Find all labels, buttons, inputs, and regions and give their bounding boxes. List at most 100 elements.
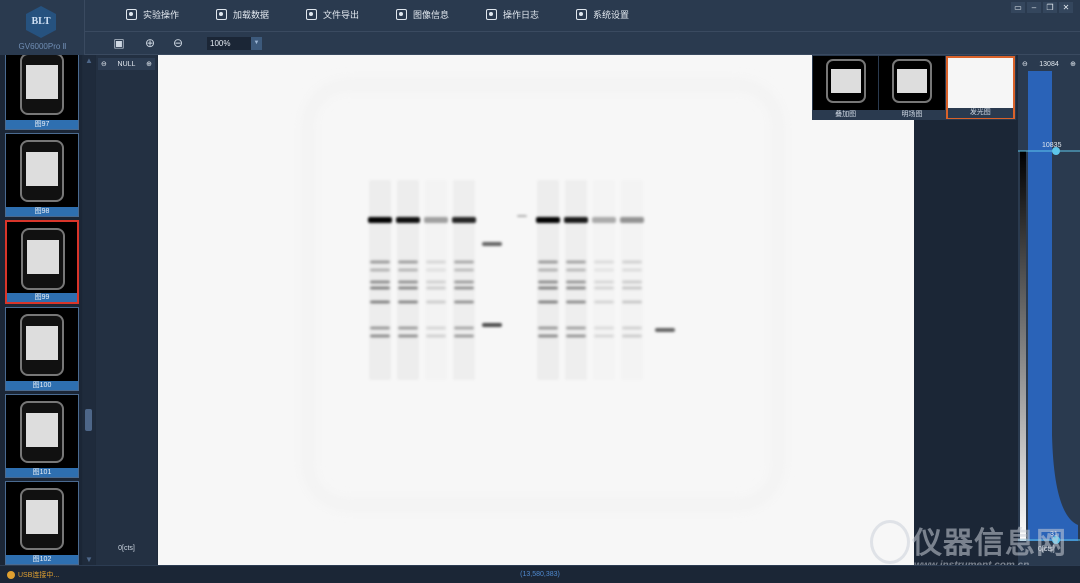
view-overlay[interactable]: 叠加图	[813, 56, 879, 120]
left-intensity-panel: ⊖ NULL ⊕ 0[cts]	[96, 55, 157, 565]
menu-settings[interactable]: 系统设置	[576, 8, 629, 21]
blot-band	[538, 300, 558, 304]
blot-band	[536, 217, 560, 223]
grayscale-bar	[1020, 151, 1026, 541]
blot-band	[566, 334, 586, 338]
view-image	[826, 59, 866, 103]
menu-image-info[interactable]: 图像信息	[396, 8, 449, 21]
menu-load-data[interactable]: 加载数据	[216, 8, 269, 21]
blot-band	[482, 242, 502, 246]
scroll-up-icon[interactable]: ▲	[85, 56, 93, 65]
toolbar: ▣ ⊕ ⊖ 100% ▼	[85, 32, 1080, 55]
thumbnail-image	[20, 401, 64, 463]
menu-file-export[interactable]: 文件导出	[306, 8, 359, 21]
blot-band	[398, 280, 418, 284]
app-logo: BLT GV6000Pro Ⅱ	[0, 0, 85, 55]
file-export-icon	[306, 9, 317, 20]
blot-band	[566, 268, 586, 272]
maximize-button[interactable]: ❐	[1043, 2, 1057, 13]
menu-experiment[interactable]: 实验操作	[126, 8, 179, 21]
thumbnail-image	[21, 228, 65, 290]
zoom-in-icon[interactable]: ⊕	[146, 60, 152, 68]
close-button[interactable]: ✕	[1059, 2, 1073, 13]
thumbnail-100[interactable]: 图100	[5, 307, 79, 391]
zoom-out-icon[interactable]: ⊖	[171, 36, 185, 50]
minimize-button[interactable]: –	[1027, 2, 1041, 13]
blot-band	[426, 326, 446, 330]
thumbnail-97[interactable]: 图97	[5, 55, 79, 130]
blot-band	[655, 328, 675, 332]
blot-band	[538, 280, 558, 284]
blot-band	[396, 217, 420, 223]
zoom-select[interactable]: 100% ▼	[207, 37, 262, 50]
thumbnail-scrollbar[interactable]: ▲ ▼	[83, 55, 95, 565]
thumbnail-99[interactable]: 图99	[5, 220, 79, 304]
connection-status: USB连接中...	[7, 570, 59, 580]
blot-band	[370, 260, 390, 264]
menu-label: 图像信息	[413, 10, 450, 20]
blot-band	[622, 280, 642, 284]
thumbnail-98[interactable]: 图98	[5, 133, 79, 217]
blot-band	[592, 217, 616, 223]
watermark-text: 仪器信息网	[912, 527, 1067, 560]
blot-band	[426, 334, 446, 338]
header: 实验操作 加载数据 文件导出 图像信息 操作日志 系统设置 ▭ – ❐ ✕	[0, 0, 1080, 32]
thumbnail-label: 图102	[6, 555, 78, 564]
menu-label: 加载数据	[233, 10, 270, 20]
blot-band	[622, 268, 642, 272]
blot-band	[564, 217, 588, 223]
thumbnail-image	[20, 55, 64, 115]
zoom-in-icon[interactable]: ⊕	[143, 36, 157, 50]
blot-band	[594, 268, 614, 272]
thumbnail-image	[20, 140, 64, 202]
panel-title: NULL	[117, 60, 136, 68]
thumbnail-102[interactable]: 图102	[5, 481, 79, 565]
view-brightfield[interactable]: 明场图	[879, 56, 945, 120]
blot-band	[566, 326, 586, 330]
blot-band	[622, 300, 642, 304]
blot-band	[620, 217, 644, 223]
image-canvas[interactable]	[158, 55, 914, 565]
blot-band	[398, 326, 418, 330]
thumbnail-101[interactable]: 图101	[5, 394, 79, 478]
image-info-icon	[396, 9, 407, 20]
scroll-thumb[interactable]	[85, 409, 92, 431]
scroll-down-icon[interactable]: ▼	[85, 555, 93, 564]
blot-band	[566, 286, 586, 290]
blot-band	[454, 286, 474, 290]
thumbnail-label: 图101	[6, 468, 78, 477]
save-icon[interactable]: ▣	[112, 36, 126, 50]
thumbnail-list: 图97 图98 图99 图100 图101 图102	[0, 55, 82, 565]
blot-band	[398, 300, 418, 304]
blot-band	[426, 300, 446, 304]
blot-band	[538, 260, 558, 264]
blot-band	[453, 180, 475, 380]
menu-label: 系统设置	[593, 10, 630, 20]
blot-band	[398, 260, 418, 264]
blot-band	[593, 180, 615, 380]
blot-band	[565, 180, 587, 380]
chevron-down-icon[interactable]: ▼	[251, 37, 262, 50]
panel-unit: 0[cts]	[118, 545, 135, 552]
zoom-value: 100%	[210, 39, 231, 48]
zoom-out-icon[interactable]: ⊖	[101, 60, 107, 68]
model-name: GV6000Pro Ⅱ	[18, 42, 67, 51]
connection-text: USB连接中...	[18, 572, 60, 579]
tray-button[interactable]: ▭	[1011, 2, 1025, 13]
blot-band	[594, 280, 614, 284]
blot-band	[454, 334, 474, 338]
blot-band	[426, 286, 446, 290]
view-luminescence[interactable]: 发光图	[945, 56, 1015, 119]
blot-band	[622, 326, 642, 330]
blot-band	[594, 286, 614, 290]
blot-band	[594, 300, 614, 304]
menu-log[interactable]: 操作日志	[486, 8, 539, 21]
view-switcher: 叠加图 明场图 发光图	[812, 55, 1016, 120]
blot-band	[517, 215, 527, 217]
blot-band	[426, 260, 446, 264]
blot-band	[566, 260, 586, 264]
blot-band	[621, 180, 643, 380]
blot-band	[594, 334, 614, 338]
load-data-icon	[216, 9, 227, 20]
thumbnail-label: 图100	[6, 381, 78, 390]
